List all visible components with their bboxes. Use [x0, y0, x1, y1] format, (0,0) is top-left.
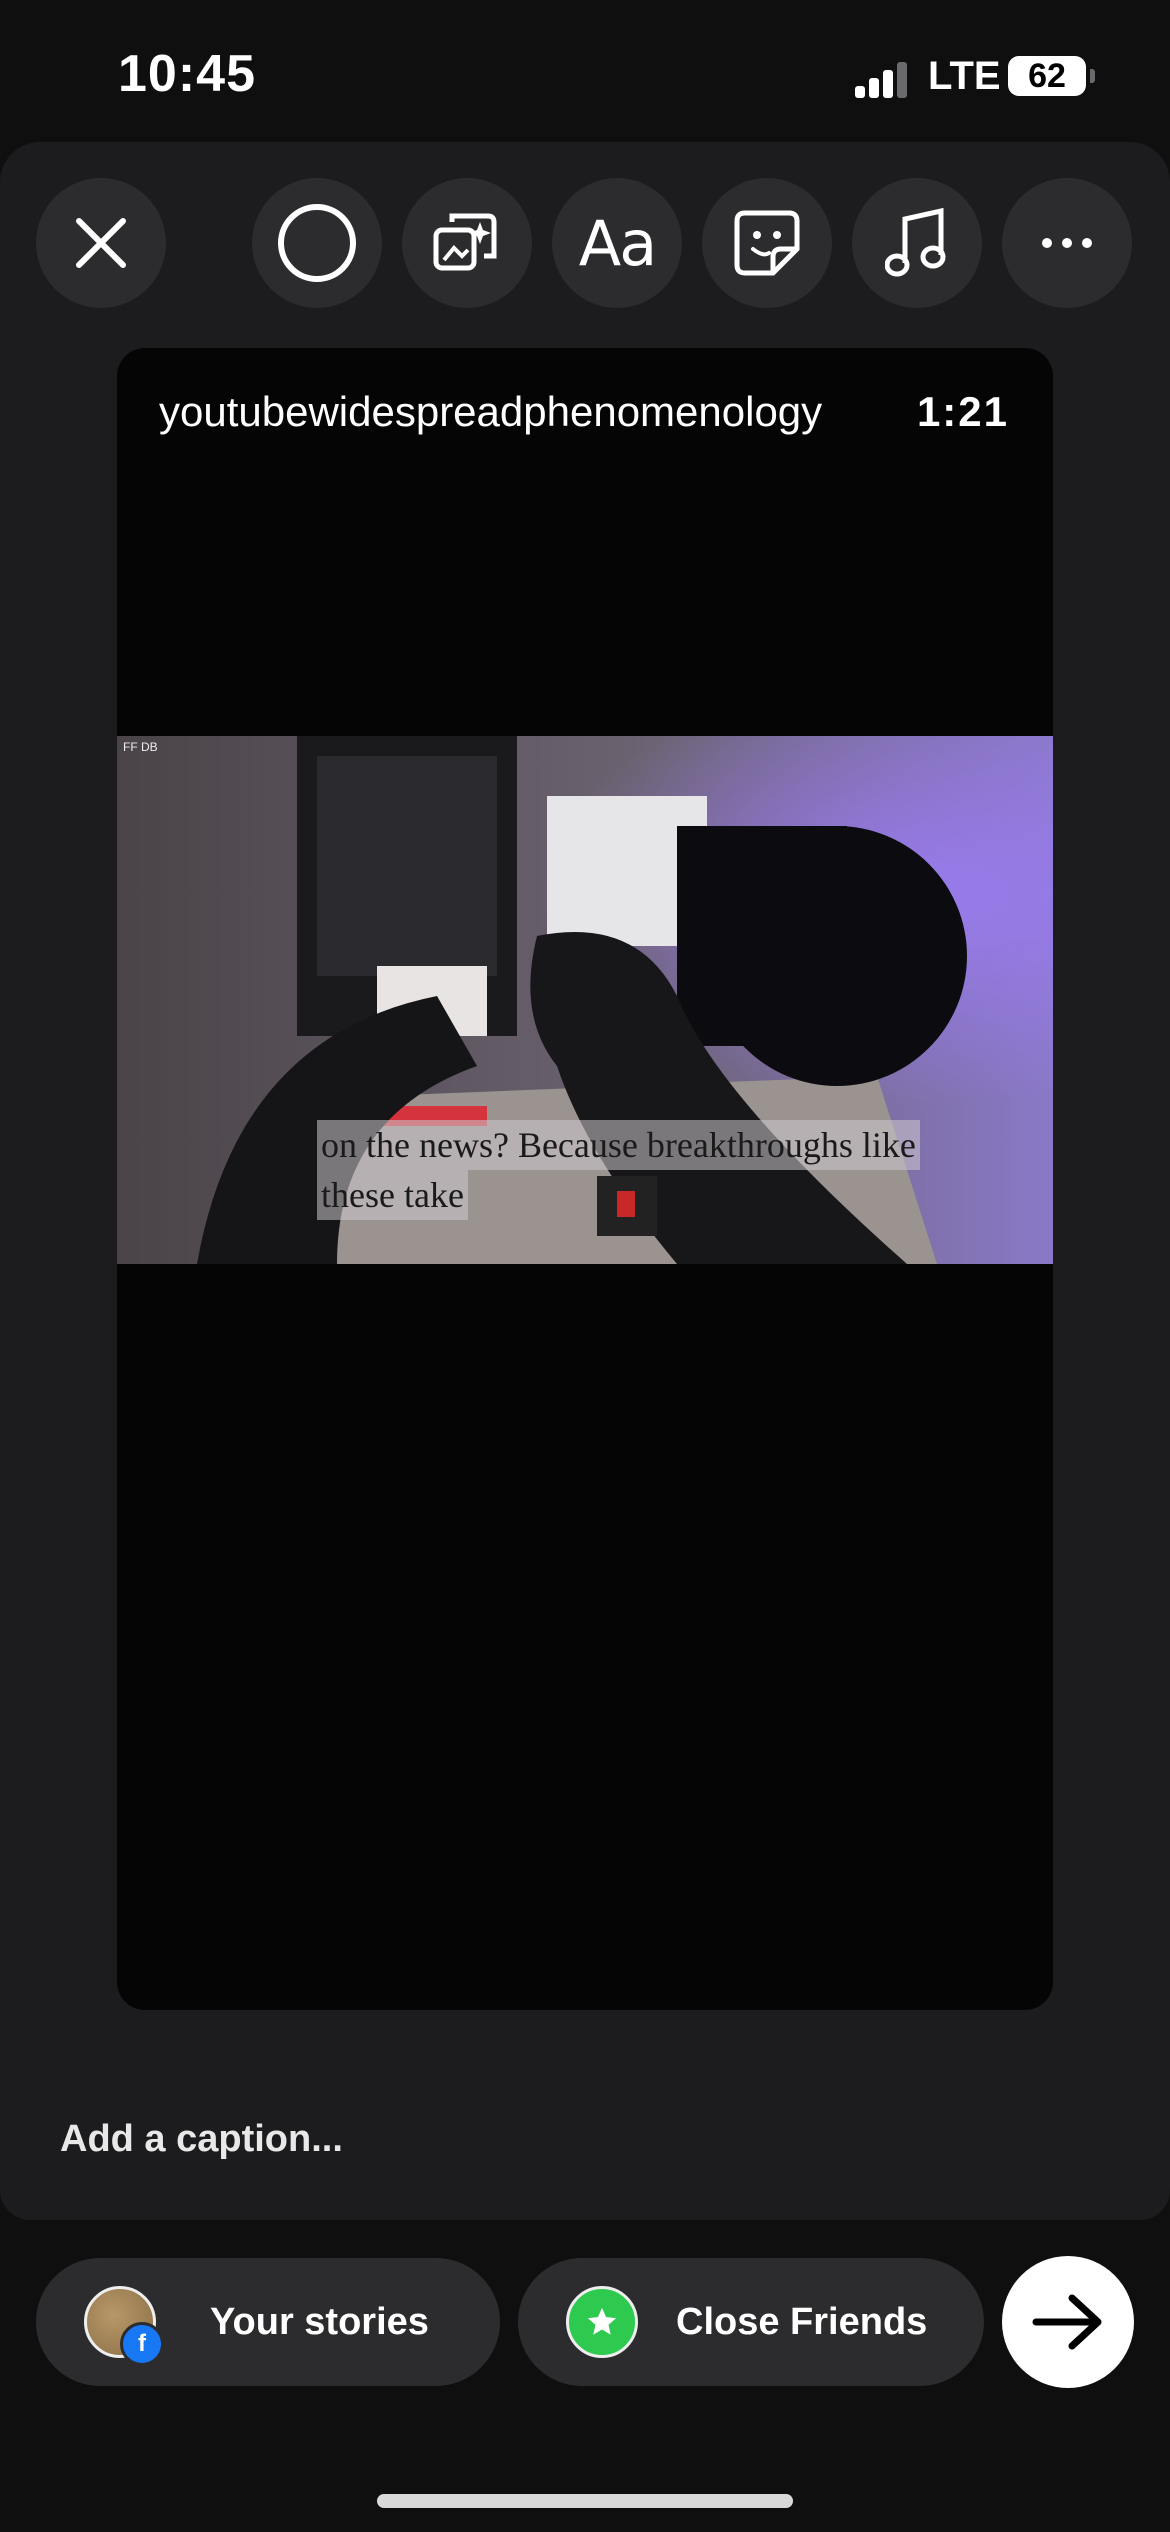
effects-button[interactable]: [402, 178, 532, 308]
text-icon: Aa: [578, 206, 657, 280]
story-editor: Aa youtubewidespreadphenomenology 1:21 o…: [0, 142, 1170, 2220]
music-button[interactable]: [852, 178, 982, 308]
caption-input[interactable]: Add a caption...: [60, 2118, 343, 2161]
close-friends-button[interactable]: Close Friends: [518, 2258, 984, 2386]
music-icon: [885, 207, 946, 277]
signal-icon: [855, 62, 915, 98]
sticker-icon: [734, 210, 800, 276]
sticker-button[interactable]: [702, 178, 832, 308]
video-username: youtubewidespreadphenomenology: [159, 388, 823, 435]
subtitle-line-1: on the news? Because breakthroughs like: [317, 1120, 920, 1170]
network-label: LTE: [928, 54, 1001, 98]
status-time: 10:45: [118, 45, 256, 103]
more-button[interactable]: [1002, 178, 1132, 308]
video-duration: 1:21: [916, 388, 1009, 435]
video-frame: on the news? Because breakthroughs like …: [117, 736, 1053, 1264]
video-watermark: FF DB: [123, 740, 158, 754]
facebook-icon: f: [120, 2322, 164, 2366]
your-stories-label: Your stories: [210, 2300, 429, 2343]
avatar: f: [84, 2286, 164, 2366]
draw-button[interactable]: [252, 178, 382, 308]
close-button[interactable]: [36, 178, 166, 308]
status-bar: 10:45 LTE 62: [0, 0, 1170, 140]
battery-icon: 62: [1008, 56, 1095, 96]
close-friends-label: Close Friends: [676, 2300, 928, 2343]
more-icon: [1042, 238, 1092, 248]
story-media-card[interactable]: youtubewidespreadphenomenology 1:21 on t…: [117, 348, 1053, 2010]
star-icon: [566, 2286, 638, 2358]
home-indicator[interactable]: [377, 2494, 793, 2508]
close-icon: [76, 218, 126, 268]
your-stories-button[interactable]: f Your stories: [36, 2258, 500, 2386]
text-tool-button[interactable]: Aa: [552, 178, 682, 308]
circle-icon: [278, 204, 356, 282]
next-button[interactable]: [1002, 2256, 1134, 2388]
arrow-right-icon: [1032, 2294, 1102, 2350]
video-thumbnail: [117, 736, 1053, 1264]
effects-icon: [433, 213, 497, 271]
subtitle-line-2: these take: [317, 1170, 468, 1220]
